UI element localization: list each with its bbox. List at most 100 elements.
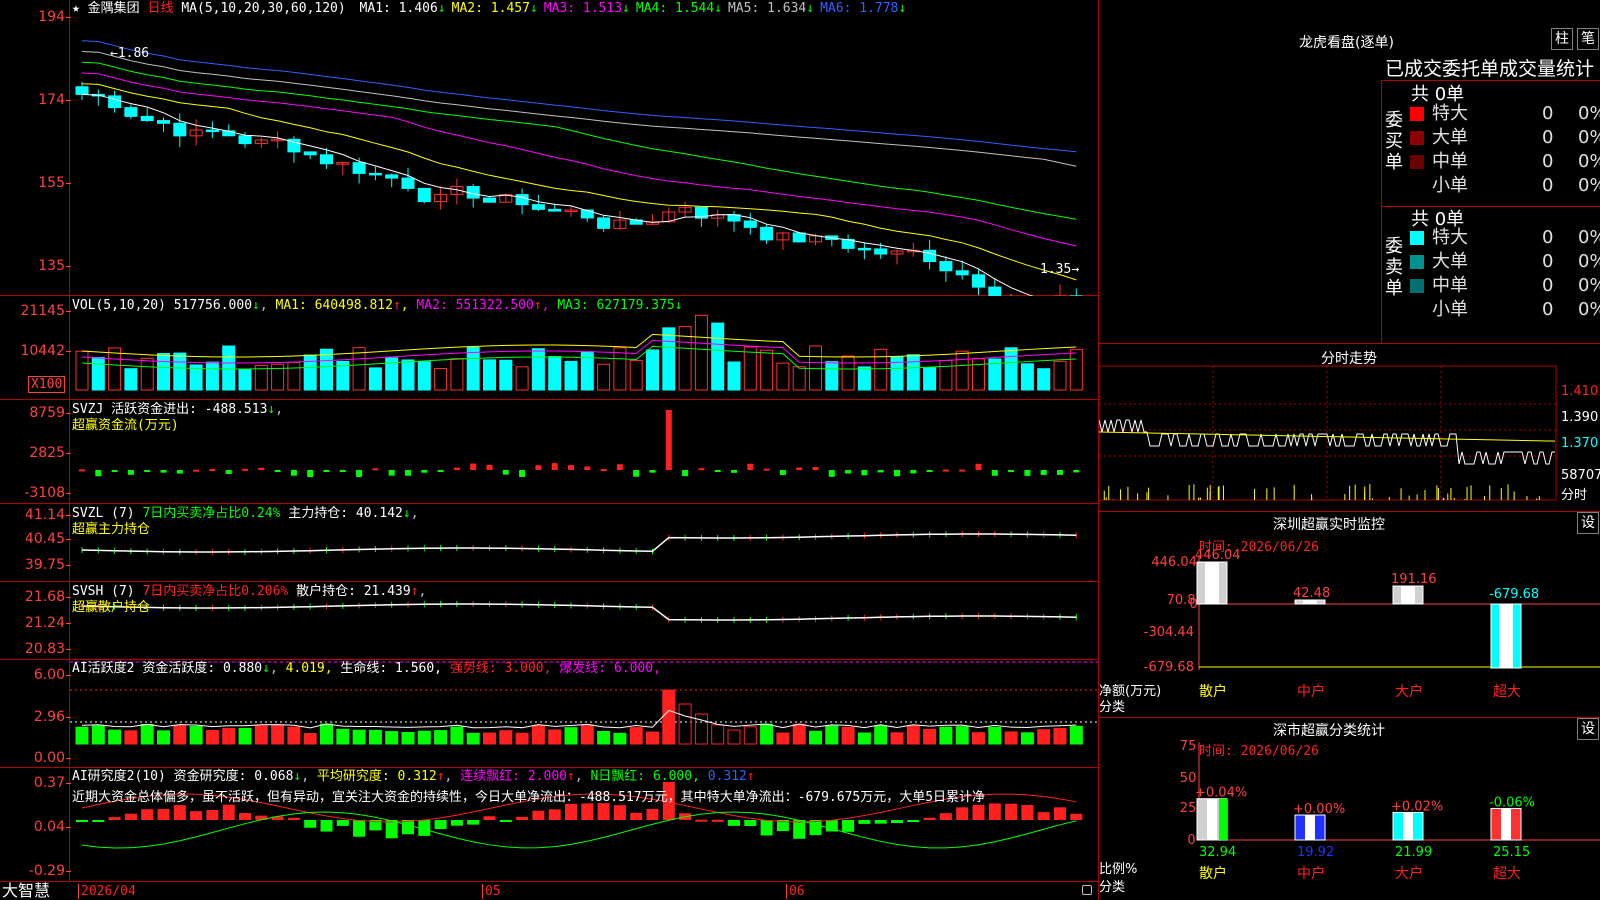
- volume-bar: [564, 360, 578, 391]
- research-bar: [597, 803, 610, 820]
- ts-tick: 1.370: [1561, 436, 1599, 451]
- flow-bar: [339, 470, 346, 472]
- research-bar: [353, 820, 366, 837]
- order-row: 中单 0 0%: [1410, 274, 1600, 298]
- research-bar: [793, 820, 806, 839]
- candle-body: [140, 115, 154, 122]
- research-bar: [548, 809, 561, 820]
- svsh-header: SVSH (7) 7日内买卖净占比0.206% 散户持仓: 21.439↑,: [72, 584, 427, 599]
- svsh-hold: 散户持仓: 21.439: [296, 584, 411, 599]
- vol-ma2: 551322.500: [455, 298, 534, 313]
- flow-bar: [421, 470, 428, 473]
- ai1-t1: 资金活跃度: 0.880: [142, 661, 263, 676]
- kline-header: ★ 金隅集团 日线 MA(5,10,20,30,60,120) MA1: 1.4…: [72, 1, 906, 16]
- flow-bar: [568, 465, 574, 470]
- flow-bar: [796, 467, 803, 470]
- volume-bar: [238, 368, 252, 391]
- stock-title[interactable]: 金隅集团: [88, 1, 140, 16]
- order-pct: 0%: [1578, 103, 1600, 124]
- activity-bar: [173, 725, 187, 745]
- st-bar-change: +0.02%: [1391, 799, 1443, 814]
- lock-icon[interactable]: [1082, 885, 1092, 895]
- color-swatch: [1410, 155, 1424, 169]
- flow-bar: [95, 470, 102, 477]
- vol-label: VOL(5,10,20): [72, 298, 166, 313]
- volume-bar: [760, 349, 774, 391]
- volume-bar: [368, 367, 382, 391]
- candle-body: [483, 197, 496, 203]
- column-mode-button[interactable]: 柱: [1551, 28, 1573, 50]
- timeshare-chart[interactable]: [1099, 344, 1600, 512]
- ai2-header: AI研究度2(10) 资金研究度: 0.068↓, 平均研究度: 0.312↑,…: [72, 769, 755, 784]
- flow-bar: [551, 463, 558, 470]
- activity-bar: [1037, 729, 1051, 745]
- star-icon[interactable]: ★: [72, 1, 80, 16]
- activity-bar: [434, 730, 448, 745]
- flow-bar: [144, 470, 151, 472]
- svzl-sub: 超赢主力持仓: [72, 522, 151, 537]
- research-bar: [450, 820, 463, 826]
- kline-chart[interactable]: [0, 0, 1098, 296]
- st-ylabel: 比例%: [1099, 862, 1138, 877]
- activity-bar: [271, 725, 285, 745]
- research-bar: [695, 819, 708, 822]
- flow-bar: [1057, 470, 1063, 475]
- candle-body: [760, 226, 774, 241]
- ai1-header: AI活跃度2 资金活跃度: 0.880↓, 4.019, 生命线: 1.560,…: [72, 661, 661, 676]
- research-bar: [239, 813, 251, 820]
- sz-stat-panel[interactable]: 深市超赢分类统计 设 时间: 2026/06/26 75 50 25 0 +0.04% 3…: [1098, 718, 1600, 900]
- order-type: 大单: [1432, 127, 1468, 148]
- research-bar: [304, 820, 317, 828]
- flow-bar: [193, 469, 200, 472]
- sz-monitor-panel[interactable]: 深圳超赢实时监控 设 时间: 2026/06/26 446.04 70.8 0 -30…: [1098, 512, 1600, 718]
- lhb-tabs[interactable]: 已成交委托单成交量统计: [1385, 54, 1594, 81]
- sz-bar-name: 散户: [1199, 683, 1227, 700]
- order-row: 大单 0 0%: [1410, 126, 1600, 150]
- tick-mode-button[interactable]: 笔: [1577, 28, 1599, 50]
- vol-ma3: 627179.375: [596, 298, 675, 313]
- research-bar: [320, 820, 333, 832]
- activity-bar: [336, 728, 350, 745]
- volume-bar: [483, 359, 496, 391]
- activity-bar: [809, 730, 822, 745]
- activity-bar: [580, 724, 594, 745]
- research-bar: [190, 811, 203, 820]
- activity-bar: [303, 733, 317, 745]
- order-pct: 0%: [1578, 227, 1600, 248]
- flow-bar: [763, 468, 770, 471]
- research-bar: [173, 805, 186, 820]
- st-bar-value: 32.94: [1199, 845, 1236, 860]
- svzl-panel[interactable]: 41.14 40.45 39.75 SVZL (7) 7日内买卖净占比0.24%…: [0, 504, 1098, 582]
- ai-research-panel[interactable]: 0.37 0.04 -0.29 AI研究度2(10) 资金研究度: 0.068↓…: [0, 768, 1098, 882]
- ai-activity-chart[interactable]: [0, 660, 1098, 768]
- order-count: 0: [1542, 103, 1554, 124]
- activity-bar: [450, 726, 464, 745]
- research-bar: [516, 816, 529, 820]
- color-swatch: [1410, 107, 1424, 121]
- order-type: 小单: [1432, 299, 1468, 320]
- research-bar: [1021, 804, 1034, 820]
- volume-panel[interactable]: 21145 10442 X100 VOL(5,10,20) 517756.000…: [0, 296, 1098, 400]
- flow-bar: [405, 470, 411, 476]
- ai-activity-panel[interactable]: 6.00 2.96 0.00 AI活跃度2 资金活跃度: 0.880↓, 4.0…: [0, 660, 1098, 768]
- volume-bar: [205, 361, 219, 391]
- svsh-panel[interactable]: 21.68 21.24 20.83 SVSH (7) 7日内买卖净占比0.206…: [0, 582, 1098, 660]
- color-swatch: [1410, 179, 1424, 193]
- timeshare-panel[interactable]: 分时走势 1.410 1.390 1.370 58707 分时: [1098, 344, 1600, 512]
- activity-bar: [189, 725, 203, 745]
- ai-research-chart[interactable]: [0, 768, 1098, 882]
- st-bar-accent: [1219, 798, 1227, 840]
- activity-bar: [727, 729, 741, 745]
- period-label[interactable]: 日线: [148, 1, 174, 16]
- svzj-panel[interactable]: 8759 2825 -3108 SVZJ 活跃资金进出: -488.513↓, …: [0, 400, 1098, 504]
- activity-bar: [352, 729, 366, 745]
- volume-bar: [825, 361, 839, 391]
- activity-bar: [776, 732, 790, 745]
- date-label: 06: [786, 884, 805, 899]
- volume-bar: [923, 367, 937, 391]
- ts-tick: 1.390: [1561, 410, 1599, 425]
- candle-body: [108, 95, 122, 109]
- st-bar-change: -0.06%: [1489, 795, 1535, 810]
- volume-bar: [1004, 347, 1018, 391]
- kline-panel[interactable]: 194 174 155 135 ★ 金隅集团 日线 MA(5,10,20,30,…: [0, 0, 1098, 296]
